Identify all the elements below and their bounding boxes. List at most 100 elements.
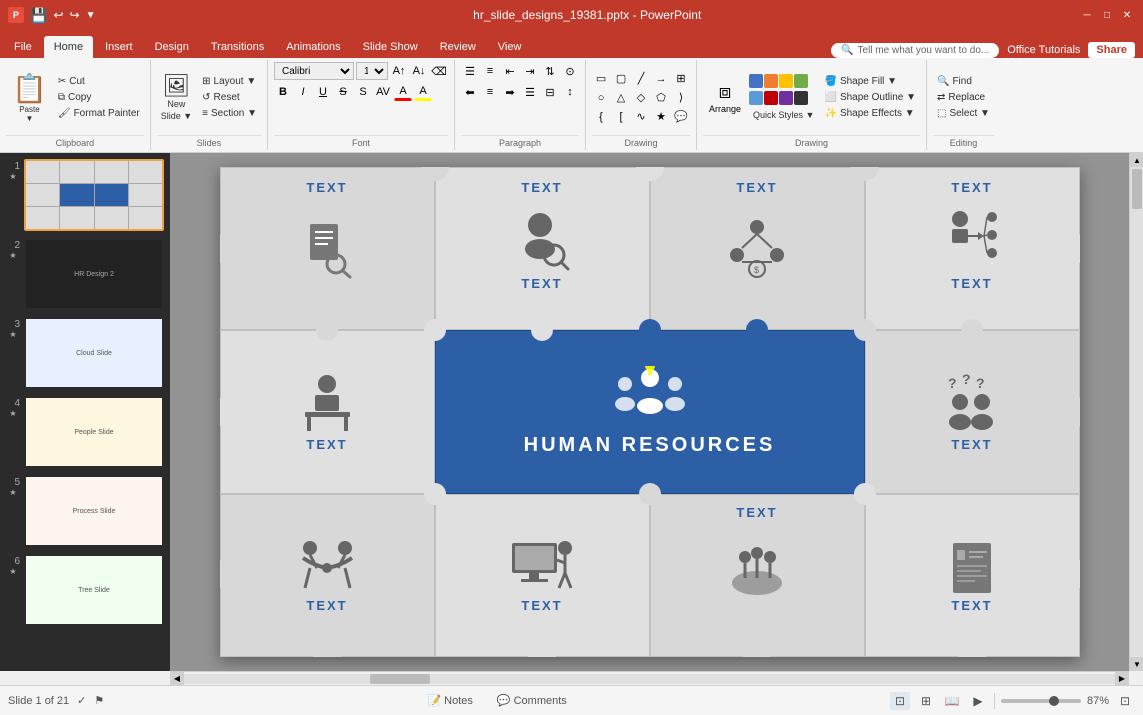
tell-me-box[interactable]: 🔍 Tell me what you want to do... xyxy=(831,43,999,58)
columns-button[interactable]: ⊟ xyxy=(541,83,559,101)
increase-indent-button[interactable]: ⇥ xyxy=(521,62,539,80)
quick-style-7[interactable] xyxy=(779,91,793,105)
numbered-list-button[interactable]: ≡ xyxy=(481,62,499,80)
quick-access-redo[interactable]: ↪ xyxy=(70,8,80,22)
shape-callout[interactable]: 💬 xyxy=(672,108,690,126)
shape-ellipse[interactable]: ○ xyxy=(592,89,610,107)
tab-home[interactable]: Home xyxy=(44,36,93,58)
slide-thumb-4[interactable]: 4 ★ People Slide xyxy=(4,394,166,470)
shape-fill-button[interactable]: 🪣 Shape Fill ▼ xyxy=(820,74,920,89)
highlight-button[interactable]: A xyxy=(414,83,432,101)
decrease-indent-button[interactable]: ⇤ xyxy=(501,62,519,80)
slide-image-6[interactable]: Tree Slide xyxy=(24,554,164,626)
align-left-button[interactable]: ⬅ xyxy=(461,83,479,101)
v-scroll-track[interactable] xyxy=(1130,167,1143,657)
increase-font-button[interactable]: A↑ xyxy=(390,62,408,80)
slide-thumb-6[interactable]: 6 ★ Tree Slide xyxy=(4,552,166,628)
quick-style-3[interactable] xyxy=(779,74,793,88)
quick-style-8[interactable] xyxy=(794,91,808,105)
new-slide-button[interactable]: 🖼 New Slide ▼ xyxy=(157,72,196,124)
bold-button[interactable]: B xyxy=(274,83,292,101)
close-button[interactable]: ✕ xyxy=(1119,7,1135,23)
tab-file[interactable]: File xyxy=(4,36,42,58)
scroll-down-button[interactable]: ▼ xyxy=(1130,657,1143,671)
text-direction-button[interactable]: ⇅ xyxy=(541,62,559,80)
find-button[interactable]: 🔍 Find xyxy=(933,74,994,89)
puzzle-piece-3-2[interactable]: TEXT xyxy=(435,494,650,657)
slide-image-5[interactable]: Process Slide xyxy=(24,475,164,547)
tab-animations[interactable]: Animations xyxy=(276,36,350,58)
tab-view[interactable]: View xyxy=(488,36,532,58)
slide-canvas[interactable]: TEXT TEXT xyxy=(220,167,1080,657)
align-center-button[interactable]: ≡ xyxy=(481,83,499,101)
slide-thumb-1[interactable]: 1 ★ xyxy=(4,157,166,233)
puzzle-piece-2-1[interactable]: TEXT xyxy=(220,330,435,493)
strikethrough-button[interactable]: S xyxy=(334,83,352,101)
slide-image-1[interactable] xyxy=(24,159,164,231)
slide-thumb-2[interactable]: 2 ★ HR Design 2 xyxy=(4,236,166,312)
arrange-button[interactable]: ⧈ Arrange xyxy=(703,77,747,118)
convert-smartart-button[interactable]: ⊙ xyxy=(561,62,579,80)
section-button[interactable]: ≡ Section ▼ xyxy=(198,106,261,121)
puzzle-piece-1-4[interactable]: TEXT xyxy=(865,167,1080,330)
cut-button[interactable]: ✂ Cut xyxy=(54,74,144,89)
tab-slideshow[interactable]: Slide Show xyxy=(353,36,428,58)
line-spacing-button[interactable]: ↕ xyxy=(561,83,579,101)
slide-image-2[interactable]: HR Design 2 xyxy=(24,238,164,310)
shape-rounded-rect[interactable]: ▢ xyxy=(612,70,630,88)
align-right-button[interactable]: ➡ xyxy=(501,83,519,101)
shape-pentagon[interactable]: ⬠ xyxy=(652,89,670,107)
quick-style-6[interactable] xyxy=(764,91,778,105)
shape-more[interactable]: ⊞ xyxy=(672,70,690,88)
font-family-select[interactable]: Calibri xyxy=(274,62,354,80)
h-scroll-thumb[interactable] xyxy=(370,674,430,684)
reset-button[interactable]: ↺ Reset xyxy=(198,90,261,105)
vertical-scrollbar[interactable]: ▲ ▼ xyxy=(1129,153,1143,671)
shape-diamond[interactable]: ◇ xyxy=(632,89,650,107)
quick-style-1[interactable] xyxy=(749,74,763,88)
puzzle-piece-2-4[interactable]: ? ? ? TEXT xyxy=(865,330,1080,493)
puzzle-piece-3-4[interactable]: TEXT xyxy=(865,494,1080,657)
shape-bracket[interactable]: [ xyxy=(612,108,630,126)
maximize-button[interactable]: □ xyxy=(1099,7,1115,23)
shape-arrow[interactable]: → xyxy=(652,70,670,88)
bullet-list-button[interactable]: ☰ xyxy=(461,62,479,80)
tab-transitions[interactable]: Transitions xyxy=(201,36,274,58)
tab-design[interactable]: Design xyxy=(145,36,199,58)
clear-format-button[interactable]: ⌫ xyxy=(430,62,448,80)
shape-line[interactable]: ╱ xyxy=(632,70,650,88)
h-scroll-track[interactable] xyxy=(184,674,1115,684)
puzzle-piece-1-1[interactable]: TEXT xyxy=(220,167,435,330)
copy-button[interactable]: ⧉ Copy xyxy=(54,90,144,105)
underline-button[interactable]: U xyxy=(314,83,332,101)
scroll-up-button[interactable]: ▲ xyxy=(1130,153,1143,167)
minimize-button[interactable]: ─ xyxy=(1079,7,1095,23)
quick-access-more[interactable]: ▼ xyxy=(86,10,96,21)
quick-access-undo[interactable]: ↩ xyxy=(53,8,63,22)
shape-brace[interactable]: { xyxy=(592,108,610,126)
share-button[interactable]: Share xyxy=(1088,42,1135,58)
scroll-right-button[interactable]: ▶ xyxy=(1115,672,1129,686)
slide-thumb-5[interactable]: 5 ★ Process Slide xyxy=(4,473,166,549)
v-scroll-thumb[interactable] xyxy=(1132,169,1142,209)
font-color-button[interactable]: A xyxy=(394,83,412,101)
justify-button[interactable]: ☰ xyxy=(521,83,539,101)
decrease-font-button[interactable]: A↓ xyxy=(410,62,428,80)
puzzle-piece-3-3[interactable]: TEXT xyxy=(650,494,865,657)
shape-rect[interactable]: ▭ xyxy=(592,70,610,88)
shape-outline-button[interactable]: ⬜ Shape Outline ▼ xyxy=(820,90,920,105)
slide-image-3[interactable]: Cloud Slide xyxy=(24,317,164,389)
slide-thumb-3[interactable]: 3 ★ Cloud Slide xyxy=(4,315,166,391)
tab-review[interactable]: Review xyxy=(430,36,486,58)
shape-chevron[interactable]: ⟩ xyxy=(672,89,690,107)
shape-effects-button[interactable]: ✨ Shape Effects ▼ xyxy=(820,106,920,121)
office-tutorials-link[interactable]: Office Tutorials xyxy=(1007,44,1080,56)
paste-button[interactable]: 📋 Paste ▼ xyxy=(6,68,53,127)
char-spacing-button[interactable]: AV xyxy=(374,83,392,101)
puzzle-piece-center[interactable]: HUMAN RESOURCES xyxy=(435,330,865,493)
quick-access-save[interactable]: 💾 xyxy=(30,7,47,24)
replace-button[interactable]: ⇄ Replace xyxy=(933,90,994,105)
quick-style-5[interactable] xyxy=(749,91,763,105)
horizontal-scrollbar[interactable]: ◀ ▶ xyxy=(170,671,1129,685)
text-shadow-button[interactable]: S xyxy=(354,83,372,101)
